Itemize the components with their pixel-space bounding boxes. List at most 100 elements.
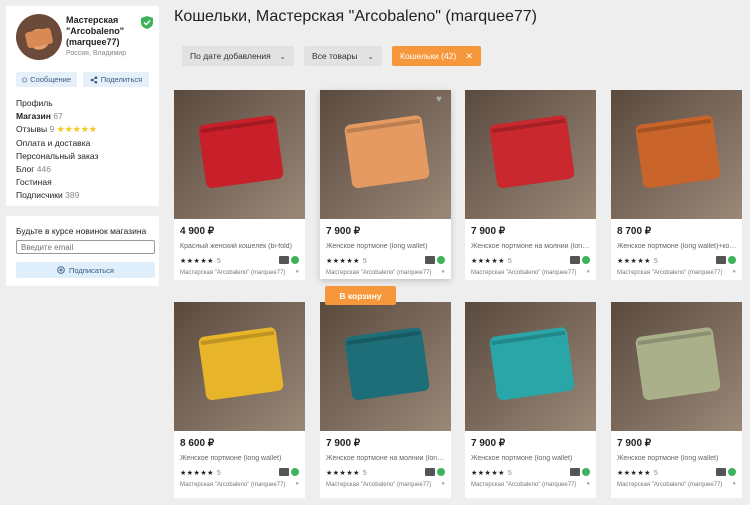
product-image[interactable] <box>465 90 596 219</box>
subscribers-count: 389 <box>65 190 80 201</box>
product-shop[interactable]: Мастерская "Arcobaleno" (marquee77) <box>326 270 431 276</box>
product-card[interactable]: ♥ 7 900 ₽ Женское портмоне (long wallet)… <box>320 90 451 279</box>
product-shop[interactable]: Мастерская "Arcobaleno" (marquee77) <box>617 270 722 276</box>
product-name[interactable]: Женское портмоне (long wallet) <box>471 455 593 462</box>
product-price: 7 900 ₽ <box>471 438 506 449</box>
rating-value: 5 <box>362 257 367 265</box>
shop-profile-card: Мастерская "Arcobaleno" (marquee77) Росс… <box>6 6 159 206</box>
product-shop[interactable]: Мастерская "Arcobaleno" (marquee77) <box>617 482 722 488</box>
goods-dropdown[interactable]: Все товары ⌄ <box>304 46 382 66</box>
product-shop[interactable]: Мастерская "Arcobaleno" (marquee77) <box>180 482 285 488</box>
reviews-stars: ★★★★★ <box>56 124 97 135</box>
shop-avatar-icon: ● <box>586 481 590 487</box>
product-rating: ★★★★★ 5 <box>180 469 221 478</box>
product-name[interactable]: Женское портмоне (long wallet)+кошелек <box>617 243 739 250</box>
product-price: 7 900 ₽ <box>617 438 652 449</box>
menu-item-personal-order[interactable]: Персональный заказ <box>16 150 98 163</box>
product-name[interactable]: Женское портмоне на молнии (long wallet) <box>471 243 593 250</box>
product-image[interactable] <box>174 90 305 219</box>
verified-check-icon <box>728 256 736 264</box>
product-rating: ★★★★★ 5 <box>471 469 512 478</box>
share-button[interactable]: Поделиться <box>83 72 149 87</box>
product-card[interactable]: 8 600 ₽ Женское портмоне (long wallet) ★… <box>174 302 305 498</box>
verified-check-icon <box>291 468 299 476</box>
product-card[interactable]: 7 900 ₽ Женское портмоне (long wallet) ★… <box>611 302 742 498</box>
rating-value: 5 <box>507 469 512 477</box>
product-card[interactable]: 8 700 ₽ Женское портмоне (long wallet)+к… <box>611 90 742 280</box>
chevron-down-icon: ⌄ <box>367 51 374 61</box>
product-image[interactable] <box>465 302 596 431</box>
product-image[interactable] <box>320 302 451 431</box>
delivery-truck-icon <box>279 468 289 476</box>
page-title: Кошельки, Мастерская "Arcobaleno" (marqu… <box>174 8 537 25</box>
product-shop[interactable]: Мастерская "Arcobaleno" (marquee77) <box>326 482 431 488</box>
subscribe-title: Будьте в курсе новинок магазина <box>16 226 147 236</box>
category-filter-label: Кошельки (42) <box>400 51 457 61</box>
product-rating: ★★★★★ 5 <box>326 257 367 266</box>
menu-item-payment[interactable]: Оплата и доставка <box>16 137 98 150</box>
menu-item-profile[interactable]: Профиль <box>16 97 98 110</box>
message-icon <box>22 77 27 82</box>
product-card[interactable]: 7 900 ₽ Женское портмоне (long wallet) ★… <box>465 302 596 498</box>
delivery-truck-icon <box>279 256 289 264</box>
rating-stars: ★★★★★ <box>180 470 214 477</box>
delivery-truck-icon <box>716 256 726 264</box>
delivery-truck-icon <box>425 256 435 264</box>
product-name[interactable]: Женское портмоне (long wallet) <box>326 243 448 250</box>
shop-avatar-icon: ● <box>295 269 299 275</box>
shop-avatar[interactable] <box>16 14 62 60</box>
product-price: 7 900 ₽ <box>471 226 506 237</box>
menu-item-guest[interactable]: Гостиная <box>16 176 98 189</box>
shop-count: 67 <box>53 111 63 122</box>
product-shop[interactable]: Мастерская "Arcobaleno" (marquee77) <box>471 482 576 488</box>
product-image[interactable] <box>174 302 305 431</box>
subscribe-button-label: Подписаться <box>69 265 114 275</box>
email-field[interactable] <box>16 240 155 254</box>
add-to-cart-button[interactable]: В корзину <box>325 286 396 305</box>
rating-value: 5 <box>653 257 658 265</box>
menu-item-subscribers[interactable]: Подписчики 389 <box>16 189 98 202</box>
rating-value: 5 <box>216 257 221 265</box>
product-card[interactable]: 4 900 ₽ Красный женский кошелек (bi-fold… <box>174 90 305 280</box>
product-price: 7 900 ₽ <box>326 438 361 449</box>
product-rating: ★★★★★ 5 <box>180 257 221 266</box>
product-rating: ★★★★★ 5 <box>617 257 658 266</box>
product-name[interactable]: Женское портмоне (long wallet) <box>617 455 739 462</box>
verified-shield-icon <box>141 16 153 29</box>
category-filter-chip[interactable]: Кошельки (42) ✕ <box>392 46 481 66</box>
menu-item-shop[interactable]: Магазин 67 <box>16 110 98 123</box>
verified-check-icon <box>291 256 299 264</box>
message-button-label: Сообщение <box>30 75 71 84</box>
rating-stars: ★★★★★ <box>326 258 360 265</box>
product-price: 8 600 ₽ <box>180 438 215 449</box>
menu-item-blog[interactable]: Блог 446 <box>16 163 98 176</box>
rating-stars: ★★★★★ <box>617 258 651 265</box>
product-name[interactable]: Красный женский кошелек (bi-fold) <box>180 243 302 250</box>
shop-avatar-icon: ● <box>441 269 445 275</box>
product-image[interactable] <box>611 302 742 431</box>
product-name[interactable]: Женское портмоне (long wallet) <box>180 455 302 462</box>
reviews-count: 9 <box>49 124 55 135</box>
shop-menu: Профиль Магазин 67 Отзывы 9 ★★★★★ Оплата… <box>16 97 98 203</box>
delivery-truck-icon <box>570 468 580 476</box>
delivery-truck-icon <box>716 468 726 476</box>
product-name[interactable]: Женское портмоне на молнии (long wallet) <box>326 455 448 462</box>
close-icon[interactable]: ✕ <box>465 51 473 62</box>
shop-name[interactable]: Мастерская "Arcobaleno" (marquee77) <box>66 15 136 48</box>
shop-avatar-icon: ● <box>441 481 445 487</box>
share-button-label: Поделиться <box>100 75 143 84</box>
product-image[interactable]: ♥ <box>320 90 451 219</box>
product-image[interactable] <box>611 90 742 219</box>
favorite-heart-icon[interactable]: ♥ <box>436 94 446 105</box>
share-icon <box>90 75 98 84</box>
product-card[interactable]: 7 900 ₽ Женское портмоне на молнии (long… <box>465 90 596 280</box>
menu-item-reviews[interactable]: Отзывы 9 ★★★★★ <box>16 123 98 136</box>
chevron-down-icon: ⌄ <box>279 51 286 61</box>
product-card[interactable]: 7 900 ₽ Женское портмоне на молнии (long… <box>320 302 451 498</box>
product-shop[interactable]: Мастерская "Arcobaleno" (marquee77) <box>180 270 285 276</box>
sort-dropdown[interactable]: По дате добавления ⌄ <box>182 46 294 66</box>
shop-avatar-icon: ● <box>732 481 736 487</box>
message-button[interactable]: Сообщение <box>16 72 77 87</box>
subscribe-button[interactable]: Подписаться <box>16 262 155 278</box>
product-shop[interactable]: Мастерская "Arcobaleno" (marquee77) <box>471 270 576 276</box>
